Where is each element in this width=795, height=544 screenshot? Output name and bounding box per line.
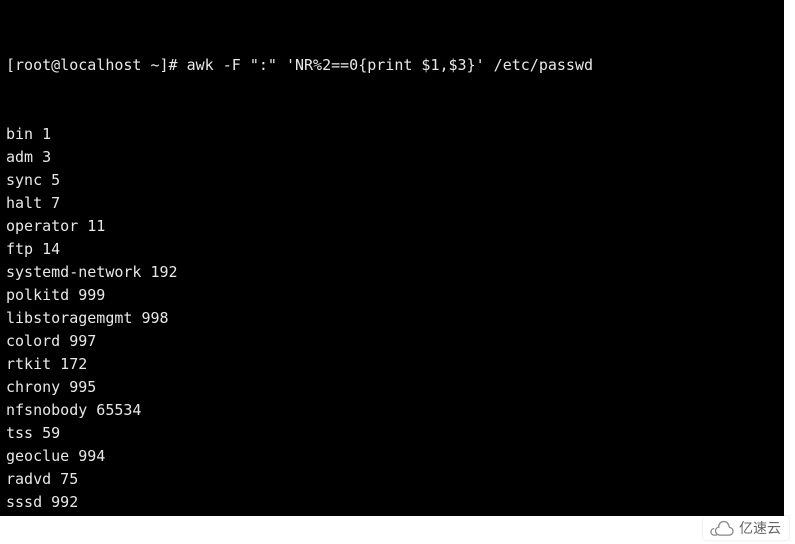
output-line: sssd 992 xyxy=(6,491,778,514)
output-line: gnome-initial-setup 991 xyxy=(6,514,778,516)
output-line: ftp 14 xyxy=(6,238,778,261)
terminal-window[interactable]: [root@localhost ~]# awk -F ":" 'NR%2==0{… xyxy=(0,0,784,516)
output-line: operator 11 xyxy=(6,215,778,238)
output-line: bin 1 xyxy=(6,123,778,146)
output-line: geoclue 994 xyxy=(6,445,778,468)
shell-prompt: [root@localhost ~]# xyxy=(6,56,187,74)
command-output: bin 1adm 3sync 5halt 7operator 11ftp 14s… xyxy=(6,123,778,516)
output-line: colord 997 xyxy=(6,330,778,353)
output-line: systemd-network 192 xyxy=(6,261,778,284)
output-line: adm 3 xyxy=(6,146,778,169)
output-line: nfsnobody 65534 xyxy=(6,399,778,422)
shell-command: awk -F ":" 'NR%2==0{print $1,$3}' /etc/p… xyxy=(187,56,593,74)
cloud-icon xyxy=(709,520,735,536)
output-line: halt 7 xyxy=(6,192,778,215)
output-line: radvd 75 xyxy=(6,468,778,491)
command-line-1: [root@localhost ~]# awk -F ":" 'NR%2==0{… xyxy=(6,54,778,77)
watermark-text: 亿速云 xyxy=(739,518,781,538)
output-line: tss 59 xyxy=(6,422,778,445)
output-line: libstoragemgmt 998 xyxy=(6,307,778,330)
output-line: polkitd 999 xyxy=(6,284,778,307)
watermark-badge: 亿速云 xyxy=(703,516,789,540)
output-line: rtkit 172 xyxy=(6,353,778,376)
output-line: sync 5 xyxy=(6,169,778,192)
output-line: chrony 995 xyxy=(6,376,778,399)
